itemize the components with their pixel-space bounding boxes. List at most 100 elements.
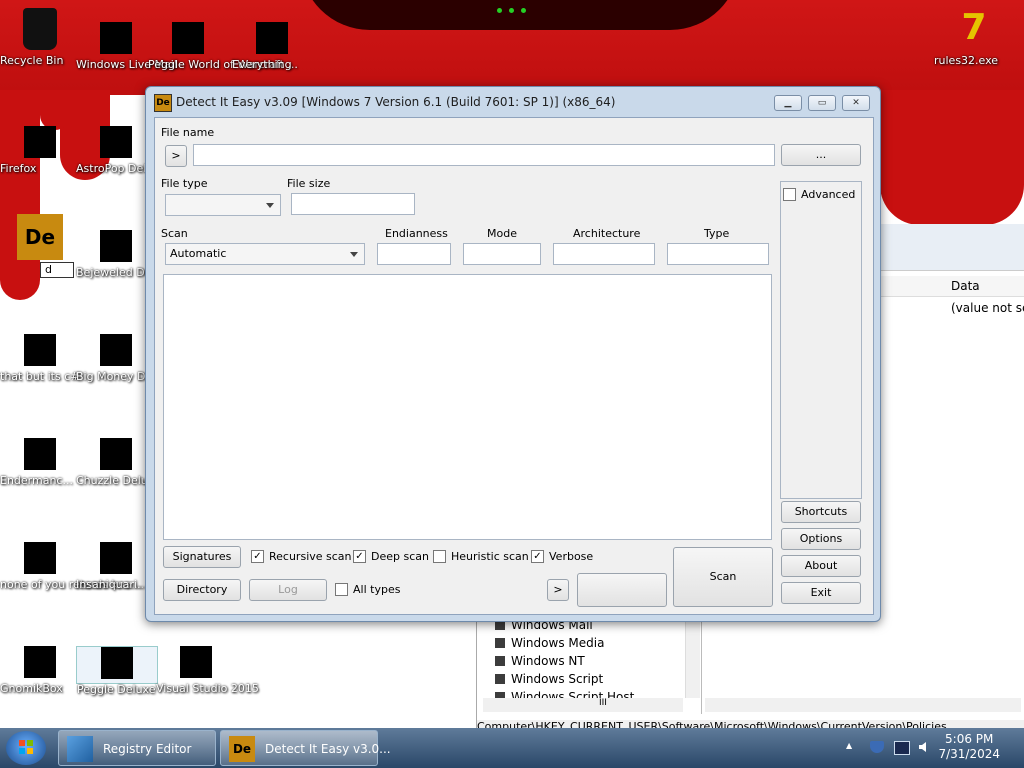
file-size-field[interactable] xyxy=(291,193,415,215)
maximize-button[interactable]: ▭ xyxy=(808,95,836,111)
desktop-icon-label: Everything xyxy=(232,58,292,71)
desktop-icon-chuzzle[interactable]: Chuzzle Deluxe xyxy=(76,438,161,487)
column-header-data[interactable]: Data xyxy=(881,276,1024,297)
heuristic-scan-label: Heuristic scan xyxy=(451,550,529,563)
desktop-icon-everything[interactable]: Everything xyxy=(232,22,312,71)
file-name-input[interactable] xyxy=(193,144,775,166)
recent-files-button[interactable]: > xyxy=(165,145,187,167)
desktop-icon-firefox[interactable]: Firefox xyxy=(0,126,80,175)
log-button[interactable]: Log xyxy=(249,579,327,601)
deep-scan-label: Deep scan xyxy=(371,550,429,563)
desktop-icon-gnomikbox[interactable]: GnomikBox xyxy=(0,646,80,695)
architecture-field[interactable] xyxy=(553,243,655,265)
rename-field[interactable]: d xyxy=(40,262,74,278)
volume-icon[interactable] xyxy=(918,741,932,753)
tree-horizontal-scrollbar[interactable]: III xyxy=(483,698,683,712)
file-icon xyxy=(24,334,56,366)
browse-button[interactable]: ... xyxy=(781,144,861,166)
splitter[interactable] xyxy=(701,614,702,714)
desktop-icon-insaniquarium[interactable]: Insaniquari... Deluxe xyxy=(76,542,189,591)
desktop-icon-label: that but its c# xyxy=(0,370,80,383)
verbose-checkbox[interactable]: ✓ Verbose xyxy=(531,550,593,564)
taskbar-item-label: Registry Editor xyxy=(103,742,192,756)
desktop-icon-bejeweled[interactable]: Bejeweled Deluxe xyxy=(76,230,174,279)
tree-item[interactable]: Windows Media xyxy=(483,634,697,652)
peggle-icon xyxy=(172,22,204,54)
options-button[interactable]: Options xyxy=(781,528,861,550)
architecture-label: Architecture xyxy=(573,227,641,240)
next-arrow-button[interactable]: > xyxy=(547,579,569,601)
show-hidden-icons-button[interactable]: ▲ xyxy=(846,741,860,753)
tree-vertical-scrollbar[interactable] xyxy=(685,618,700,698)
directory-button[interactable]: Directory xyxy=(163,579,241,601)
checkbox-checked: ✓ xyxy=(251,550,264,563)
tree-item[interactable]: Windows Script xyxy=(483,670,697,688)
endianness-field[interactable] xyxy=(377,243,451,265)
tree-item[interactable]: Windows NT xyxy=(483,652,697,670)
wallpaper-dark-arc xyxy=(300,0,740,30)
desktop-icon-peggle-wow[interactable]: Peggle World of Warcraft ... xyxy=(148,22,298,71)
network-icon[interactable] xyxy=(894,741,910,755)
advanced-checkbox[interactable]: Advanced xyxy=(783,188,855,202)
desktop-icon-peggle-deluxe[interactable]: Peggle Deluxe xyxy=(76,646,158,696)
all-types-label: All types xyxy=(353,583,401,596)
verbose-label: Verbose xyxy=(549,550,594,563)
shortcuts-button[interactable]: Shortcuts xyxy=(781,501,861,523)
die-icon: De xyxy=(17,214,63,260)
desktop-icon-rules32[interactable]: 7 rules32.exe xyxy=(934,8,1014,68)
desktop-icon-none-of-you[interactable]: none of you retards kno... xyxy=(0,542,142,591)
about-button[interactable]: About xyxy=(781,555,861,577)
recycle-bin-icon xyxy=(23,8,57,50)
scan-mode-combo[interactable]: Automatic xyxy=(165,243,365,265)
mode-label: Mode xyxy=(487,227,517,240)
scan-label: Scan xyxy=(161,227,188,240)
start-button[interactable] xyxy=(6,731,46,765)
peggle-icon xyxy=(101,647,133,679)
values-horizontal-scrollbar[interactable] xyxy=(705,698,1021,712)
window-titlebar[interactable]: De Detect It Easy v3.09 [Windows 7 Versi… xyxy=(146,87,880,117)
desktop-icon-die-renaming[interactable]: De d xyxy=(0,214,80,278)
exit-button[interactable]: Exit xyxy=(781,582,861,604)
security-shield-icon[interactable] xyxy=(870,741,884,753)
desktop-icon-label: GnomikBox xyxy=(0,682,63,695)
desktop-icon-label: Recycle Bin xyxy=(0,54,64,67)
heuristic-scan-checkbox[interactable]: Heuristic scan xyxy=(433,550,529,564)
chuzzle-icon xyxy=(100,438,132,470)
system-clock[interactable]: 5:06 PM 7/31/2024 xyxy=(938,732,1000,762)
right-panel: Advanced xyxy=(780,181,862,499)
file-type-label: File type xyxy=(161,177,208,190)
desktop-icon-endermanch[interactable]: Endermanc... xyxy=(0,438,80,487)
desktop-icon-that-but-its-csharp[interactable]: that but its c# xyxy=(0,334,80,383)
desktop-icon-big-money[interactable]: Big Money Deluxe xyxy=(76,334,175,383)
file-type-combo[interactable] xyxy=(165,194,281,216)
desktop-icon-windows-live-mail[interactable]: Windows Live Mail xyxy=(76,22,177,71)
scroll-grip: III xyxy=(599,698,607,708)
mail-icon xyxy=(100,22,132,54)
desktop-icon-visual-studio[interactable]: Visual Studio 2015 xyxy=(156,646,259,695)
wallpaper-drip xyxy=(40,90,70,130)
mode-field[interactable] xyxy=(463,243,541,265)
detect-it-easy-window: De Detect It Easy v3.09 [Windows 7 Versi… xyxy=(145,86,881,622)
scan-result-area[interactable] xyxy=(163,274,772,540)
deep-scan-checkbox[interactable]: ✓ Deep scan xyxy=(353,550,429,564)
desktop-icon-recycle-bin[interactable]: Recycle Bin xyxy=(0,8,80,67)
minimize-button[interactable]: ▁ xyxy=(774,95,802,111)
wallpaper-drip xyxy=(0,90,40,300)
registry-value[interactable]: (value not set) xyxy=(951,301,1024,315)
visual-studio-icon xyxy=(180,646,212,678)
taskbar-item-detect-it-easy[interactable]: De Detect It Easy v3.0... xyxy=(220,730,391,766)
scan-button[interactable]: Scan xyxy=(673,547,773,607)
taskbar-item-registry-editor[interactable]: Registry Editor xyxy=(58,730,216,766)
firefox-icon xyxy=(24,126,56,158)
file-name-label: File name xyxy=(161,126,215,139)
progress-box xyxy=(577,573,667,607)
clock-time: 5:06 PM xyxy=(945,732,994,746)
close-button[interactable]: ✕ xyxy=(842,95,870,111)
wallpaper-drip xyxy=(880,90,1024,225)
desktop-icon-label: Endermanc... xyxy=(0,474,73,487)
type-field[interactable] xyxy=(667,243,769,265)
desktop-icon-astropop[interactable]: AstroPop Deluxe xyxy=(76,126,166,175)
signatures-button[interactable]: Signatures xyxy=(163,546,241,568)
all-types-checkbox[interactable]: All types xyxy=(335,583,400,597)
recursive-scan-checkbox[interactable]: ✓ Recursive scan xyxy=(251,550,352,564)
